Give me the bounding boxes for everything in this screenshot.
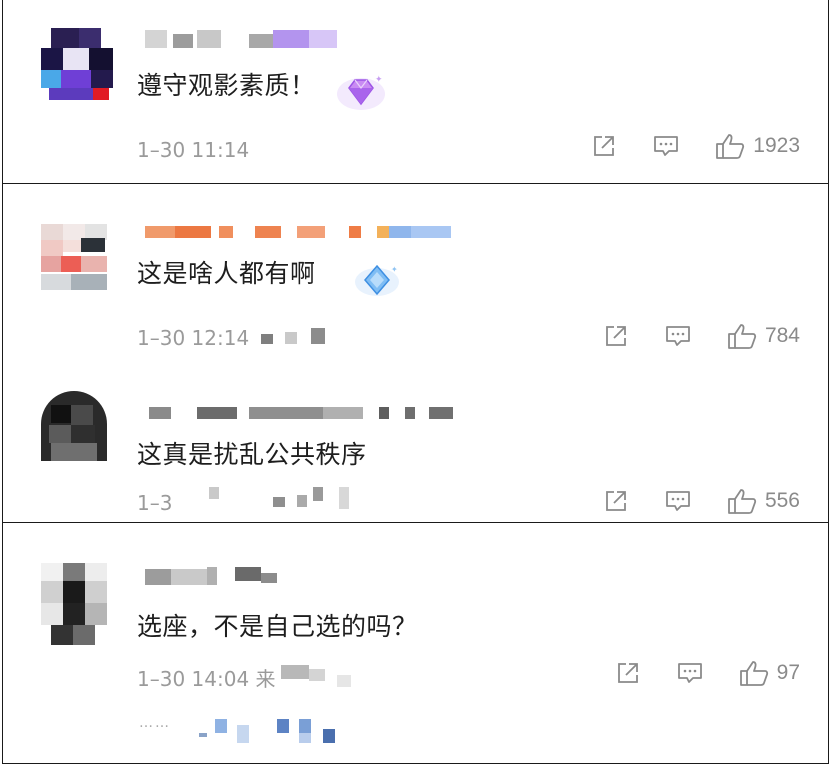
purple-diamond-icon: ✦ xyxy=(335,68,387,118)
comment-icon xyxy=(654,136,679,156)
comment-timestamp: 1–30 14:04 来 xyxy=(137,667,276,691)
comment-icon xyxy=(666,491,690,511)
avatar[interactable] xyxy=(41,28,113,100)
thumbs-up-icon xyxy=(728,324,757,349)
comment-text: 这是啥人都有啊 xyxy=(137,259,316,288)
like-button[interactable]: 1923 xyxy=(715,132,800,160)
username-blurred[interactable] xyxy=(145,224,465,242)
comment-actions: 97 xyxy=(613,659,800,687)
comment-actions: 556 xyxy=(601,487,800,515)
username-blurred[interactable] xyxy=(145,567,305,585)
location-blurred xyxy=(281,665,361,687)
like-count: 1923 xyxy=(753,134,800,157)
share-button[interactable] xyxy=(601,323,631,349)
comment-button[interactable] xyxy=(663,488,693,514)
thumbs-up-icon xyxy=(716,134,745,159)
comment-item: 这真是扰乱公共秩序 1–3 556 xyxy=(3,369,828,524)
share-button[interactable] xyxy=(613,660,643,686)
avatar[interactable] xyxy=(41,391,107,461)
comment-actions: 784 xyxy=(601,322,800,350)
like-count: 97 xyxy=(776,661,800,684)
comment-item: 这是啥人都有啊 ✦ 1–30 12:14 784 xyxy=(3,184,828,369)
like-count: 784 xyxy=(764,324,800,347)
share-icon xyxy=(606,491,626,511)
like-button[interactable]: 784 xyxy=(727,322,800,350)
username-blurred[interactable] xyxy=(145,405,465,423)
location-blurred xyxy=(209,487,359,509)
comment-timestamp: 1–30 11:14 xyxy=(137,138,250,162)
comment-text: 选座，不是自己选的吗？ xyxy=(137,612,418,641)
comment-text: 遵守观影素质！ xyxy=(137,71,316,100)
comment-timestamp: 1–3 xyxy=(137,491,173,515)
share-button[interactable] xyxy=(589,133,619,159)
avatar[interactable] xyxy=(41,224,107,290)
username-blurred[interactable] xyxy=(145,30,345,48)
location-blurred xyxy=(261,328,331,344)
comment-button[interactable] xyxy=(675,660,705,686)
comment-panel-1: 遵守观影素质！ ✦ 1–30 11:14 1923 xyxy=(2,0,829,184)
comment-item: 选座，不是自己选的吗？ 1–30 14:04 来 97 …… xyxy=(3,523,828,765)
comment-text: 这真是扰乱公共秩序 xyxy=(137,440,367,469)
comment-actions: 1923 xyxy=(589,132,800,160)
comment-item: 遵守观影素质！ ✦ 1–30 11:14 1923 xyxy=(3,0,828,184)
share-button[interactable] xyxy=(601,488,631,514)
comment-button[interactable] xyxy=(651,133,681,159)
svg-text:✦: ✦ xyxy=(375,75,383,85)
thumbs-up-icon xyxy=(739,661,768,686)
comment-button[interactable] xyxy=(663,323,693,349)
blue-diamond-icon: ✦ xyxy=(353,260,403,306)
comment-icon xyxy=(677,663,702,683)
comment-timestamp: 1–30 12:14 xyxy=(137,326,250,350)
avatar[interactable] xyxy=(41,563,107,645)
like-button[interactable]: 97 xyxy=(739,659,800,687)
share-icon xyxy=(594,136,615,156)
like-button[interactable]: 556 xyxy=(727,487,800,515)
comment-icon xyxy=(666,326,690,346)
reply-preview-dots[interactable]: …… xyxy=(139,715,171,731)
comment-panel-3: 选座，不是自己选的吗？ 1–30 14:04 来 97 …… xyxy=(2,522,829,764)
svg-text:✦: ✦ xyxy=(391,265,398,274)
reply-preview-blurred[interactable] xyxy=(199,719,339,745)
thumbs-up-icon xyxy=(728,489,757,514)
share-icon xyxy=(606,326,626,346)
share-icon xyxy=(617,663,638,683)
comment-panel-2: 这是啥人都有啊 ✦ 1–30 12:14 784 这真是扰乱公共秩序 1–3 5… xyxy=(2,183,829,523)
like-count: 556 xyxy=(764,489,800,512)
